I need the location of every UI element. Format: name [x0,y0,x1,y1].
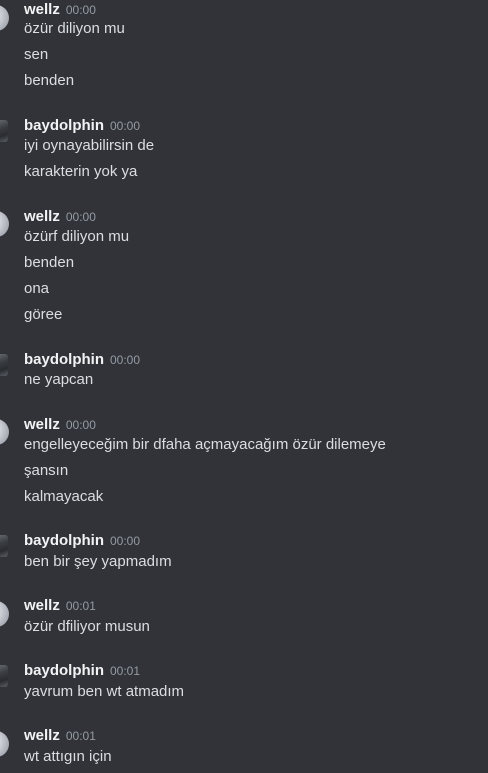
avatar[interactable] [0,665,8,687]
message-header: baydolphin 00:01 [24,660,141,679]
message-header: baydolphin 00:00 [24,115,141,134]
timestamp: 00:01 [65,729,96,743]
timestamp: 00:01 [65,599,96,613]
avatar[interactable] [0,601,9,627]
message-text: yavrum ben wt atmadım [24,683,185,700]
message-text: kalmayacak [24,488,104,505]
message-text: şansın [24,462,69,479]
username[interactable]: wellz [24,208,60,225]
message-text: özürf diliyon mu [24,228,130,245]
avatar[interactable] [0,419,9,445]
username[interactable]: wellz [24,416,60,433]
timestamp: 00:00 [110,119,141,133]
username[interactable]: wellz [24,727,60,744]
username[interactable]: baydolphin [24,662,104,679]
message-header: wellz 00:00 [24,0,96,18]
timestamp: 00:00 [110,534,141,548]
avatar[interactable] [0,120,8,142]
username[interactable]: baydolphin [24,532,104,549]
timestamp: 00:00 [65,418,96,432]
username[interactable]: wellz [24,1,60,18]
username[interactable]: wellz [24,597,60,614]
message-text: benden [24,72,75,89]
message-header: wellz 00:00 [24,206,96,225]
avatar[interactable] [0,5,9,31]
username[interactable]: baydolphin [24,351,104,368]
message-header: wellz 00:01 [24,595,96,614]
message-text: ben bir şey yapmadım [24,553,172,570]
scrollbar[interactable] [480,0,488,773]
timestamp: 00:00 [110,353,141,367]
message-text: benden [24,254,75,271]
avatar[interactable] [0,211,9,237]
message-header: baydolphin 00:00 [24,530,141,549]
message-text: karakterin yok ya [24,163,138,180]
username[interactable]: baydolphin [24,117,104,134]
message-header: wellz 00:01 [24,725,96,744]
message-text: iyi oynayabilirsin de [24,137,155,154]
message-header: baydolphin 00:00 [24,349,141,368]
message-text: engelleyeceğim bir dfaha açmayacağım özü… [24,436,386,453]
message-text: wt attıgın için [24,748,112,765]
timestamp: 00:00 [65,210,96,224]
timestamp: 00:01 [110,664,141,678]
message-text: özür diliyon mu [24,20,125,37]
avatar[interactable] [0,535,8,557]
message-text: ne yapcan [24,371,94,388]
chat-message-list: wellz 00:00 özür diliyon mu sen benden ba… [0,0,488,773]
timestamp: 00:00 [65,3,96,17]
avatar[interactable] [0,731,9,757]
message-text: özür dfiliyor musun [24,618,150,635]
avatar[interactable] [0,354,8,376]
message-text: sen [24,46,49,63]
message-header: wellz 00:00 [24,414,96,433]
message-text: ona [24,280,50,297]
message-text: göree [24,306,63,323]
